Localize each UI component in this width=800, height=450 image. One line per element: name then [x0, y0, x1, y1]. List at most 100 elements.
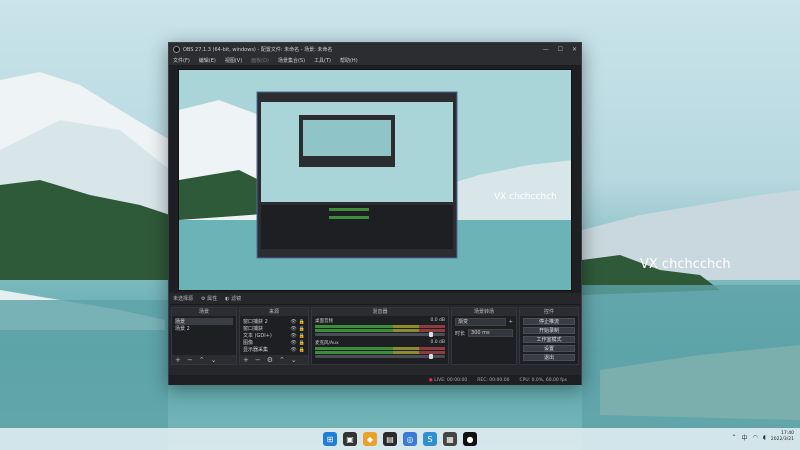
channel-level: 0.0 dB	[430, 340, 445, 345]
gear-icon[interactable]: ⚙	[267, 356, 273, 364]
transitions-dock: 场景转场 渐变 + 时长 300 ms	[451, 307, 517, 365]
menu-scene-collection[interactable]: 场景集合(S)	[278, 57, 305, 64]
source-item[interactable]: 图像 👁 🔒	[243, 339, 305, 347]
task-view-icon[interactable]: ▣	[343, 432, 357, 446]
source-toolbar: 未选择源 ⚙ 属性 ◐ 滤镜	[169, 293, 581, 305]
start-record-button[interactable]: 开始录制	[523, 327, 575, 334]
remove-icon[interactable]: −	[255, 356, 261, 364]
app-icon[interactable]: ◆	[363, 432, 377, 446]
transitions-header: 场景转场	[452, 308, 516, 316]
menu-bar: 文件(F) 编辑(E) 视图(V) 面板(D) 场景集合(S) 工具(T) 帮助…	[169, 55, 581, 66]
slider-knob[interactable]	[429, 332, 434, 337]
controls-header: 控件	[520, 308, 578, 316]
sources-dock: 来源 窗口捕获 2 👁 🔒 窗口捕获 👁 🔒 文本 (GDI+) 👁 🔒 图像 👁 🔒 显示器采…	[239, 307, 309, 365]
lock-icon[interactable]: 🔒	[299, 326, 305, 332]
lock-icon[interactable]: 🔒	[299, 319, 305, 325]
desktop: VX chchcchch OBS 27.1.3 (64-bit, windows…	[0, 0, 800, 450]
mixer-channel: 麦克风/Aux 0.0 dB	[315, 340, 445, 359]
system-tray: ⌃ 中 ◠ ◖ 17:40 2022/3/21	[731, 431, 794, 443]
properties-button[interactable]: ⚙ 属性	[201, 295, 217, 302]
down-icon[interactable]: ⌄	[211, 356, 217, 364]
preview-watermark: VX chchcchch	[494, 192, 557, 202]
window-title: OBS 27.1.3 (64-bit, windows) - 配置文件: 未命名…	[183, 46, 333, 53]
obs-logo-icon	[173, 45, 180, 53]
source-item[interactable]: 窗口捕获 👁 🔒	[243, 325, 305, 333]
volume-icon[interactable]: ◖	[763, 434, 766, 441]
windows-start-icon[interactable]: ⊞	[323, 432, 337, 446]
up-icon[interactable]: ⌃	[279, 356, 285, 364]
maximize-button[interactable]: ☐	[558, 46, 563, 53]
mixer-dock: 混音器 桌面音频 0.0 dB 麦克风/Aux 0.0 dB	[311, 307, 449, 365]
down-icon[interactable]: ⌄	[291, 356, 297, 364]
volume-slider[interactable]	[315, 354, 445, 359]
obs-window[interactable]: OBS 27.1.3 (64-bit, windows) - 配置文件: 未命名…	[168, 42, 582, 385]
volume-meter	[315, 351, 445, 354]
title-bar[interactable]: OBS 27.1.3 (64-bit, windows) - 配置文件: 未命名…	[169, 43, 581, 55]
studio-mode-button[interactable]: 工作室模式	[523, 336, 575, 343]
app-icon[interactable]: ▦	[443, 432, 457, 446]
bottom-panel: 未选择源 ⚙ 属性 ◐ 滤镜 场景 场景 场景 2 + − ⌃ ⌄ 来源 窗口捕…	[169, 293, 581, 385]
source-item[interactable]: 窗口捕获 2 👁 🔒	[243, 318, 305, 326]
menu-edit[interactable]: 编辑(E)	[199, 57, 216, 64]
status-bar: ● LIVE: 00:00:00 REC: 00:00:00 CPU: 0.0%…	[169, 375, 581, 385]
menu-file[interactable]: 文件(F)	[173, 57, 190, 64]
eye-icon[interactable]: 👁	[290, 340, 296, 346]
app-icon[interactable]: S	[423, 432, 437, 446]
menu-docks[interactable]: 面板(D)	[251, 57, 269, 64]
sources-header: 来源	[240, 308, 308, 316]
scenes-header: 场景	[172, 308, 236, 316]
add-icon[interactable]: +	[243, 356, 249, 364]
eye-icon[interactable]: 👁	[290, 326, 296, 332]
eye-icon[interactable]: 👁	[290, 347, 296, 353]
eye-icon[interactable]: 👁	[290, 319, 296, 325]
live-status: ● LIVE: 00:00:00	[428, 377, 468, 383]
transition-select[interactable]: 渐变	[455, 318, 506, 326]
menu-tools[interactable]: 工具(T)	[314, 57, 331, 64]
live-dot-icon: ●	[428, 377, 433, 383]
chevron-up-icon[interactable]: ⌃	[731, 434, 736, 441]
duration-input[interactable]: 300 ms	[468, 329, 513, 337]
app-icon[interactable]: ▤	[383, 432, 397, 446]
settings-button[interactable]: 设置	[523, 345, 575, 352]
clock[interactable]: 17:40 2022/3/21	[771, 431, 794, 443]
source-item[interactable]: 显示器采集 👁 🔒	[243, 346, 305, 354]
browser-icon[interactable]: ◎	[403, 432, 417, 446]
lock-icon[interactable]: 🔒	[299, 347, 305, 353]
wifi-icon[interactable]: ◠	[753, 434, 758, 441]
remove-icon[interactable]: −	[187, 356, 193, 364]
menu-help[interactable]: 帮助(H)	[340, 57, 358, 64]
preview-scene	[179, 70, 571, 290]
controls-dock: 控件 停止推流 开始录制 工作室模式 设置 退出	[519, 307, 579, 365]
mixer-header: 混音器	[312, 308, 448, 316]
slider-knob[interactable]	[429, 354, 434, 359]
stop-stream-button[interactable]: 停止推流	[523, 318, 575, 325]
exit-button[interactable]: 退出	[523, 354, 575, 361]
lock-icon[interactable]: 🔒	[299, 333, 305, 339]
no-source-label: 未选择源	[173, 296, 194, 302]
source-item[interactable]: 文本 (GDI+) 👁 🔒	[243, 332, 305, 340]
eye-icon[interactable]: 👁	[290, 333, 296, 339]
scene-item[interactable]: 场景	[175, 318, 233, 325]
scenes-dock: 场景 场景 场景 2 + − ⌃ ⌄	[171, 307, 237, 365]
volume-meter	[315, 347, 445, 350]
duration-label: 时长	[455, 330, 466, 337]
menu-view[interactable]: 视图(V)	[225, 57, 242, 64]
close-button[interactable]: ✕	[572, 46, 577, 53]
lock-icon[interactable]: 🔒	[299, 340, 305, 346]
language-indicator[interactable]: 中	[741, 433, 747, 442]
volume-meter	[315, 325, 445, 328]
preview-canvas[interactable]: VX chchcchch	[178, 69, 572, 291]
add-icon[interactable]: +	[509, 319, 513, 325]
obs-taskbar-icon[interactable]: ●	[463, 432, 477, 446]
mixer-channel: 桌面音频 0.0 dB	[315, 318, 445, 337]
scene-item[interactable]: 场景 2	[175, 325, 233, 332]
channel-level: 0.0 dB	[430, 318, 445, 323]
up-icon[interactable]: ⌃	[199, 356, 205, 364]
minimize-button[interactable]: —	[543, 46, 549, 53]
taskbar: ⊞ ▣ ◆ ▤ ◎ S ▦ ● ⌃ 中 ◠ ◖ 17:40 2022/3/21	[0, 428, 800, 450]
add-icon[interactable]: +	[175, 356, 181, 364]
rec-status: REC: 00:00:00	[477, 377, 510, 383]
watermark-text: VX chchcchch	[640, 257, 731, 272]
filters-button[interactable]: ◐ 滤镜	[225, 295, 241, 302]
volume-slider[interactable]	[315, 332, 445, 337]
